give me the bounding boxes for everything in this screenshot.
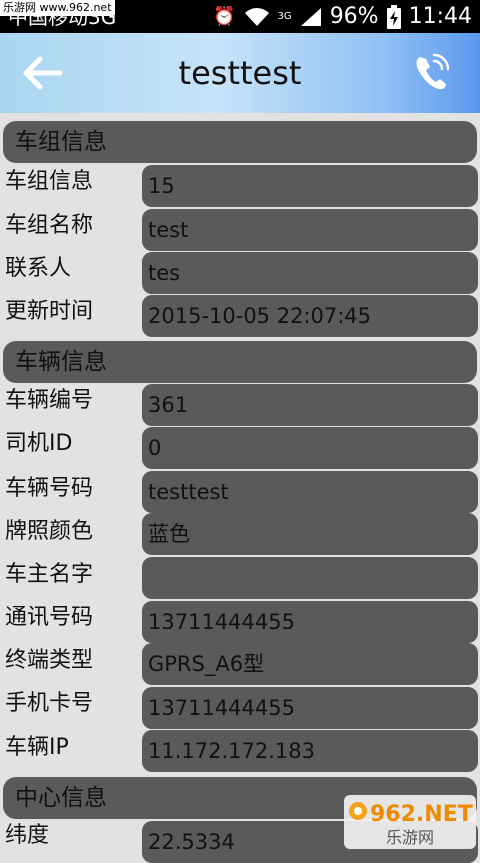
section-header-group-info: 车组信息 [3,121,477,163]
phone-icon [416,53,450,90]
battery-percent: 96% [329,4,379,29]
battery-charging-icon [386,4,401,29]
field-update-time: 2015-10-05 22:07:45 [142,295,478,337]
field-owner-name [142,557,478,599]
label-contact: 联系人 [5,256,72,281]
section-header-vehicle-info: 车辆信息 [3,341,477,383]
call-button[interactable] [412,51,452,95]
label-group-info: 车组信息 [5,169,94,194]
clock-time: 11:44 [408,4,472,29]
label-group-name: 车组名称 [5,213,94,238]
watermark-brand: 962.NET [370,802,473,827]
label-vehicle-id: 车辆编号 [5,388,94,413]
field-contact: tes [142,252,478,294]
field-vehicle-number: testtest [142,471,478,513]
field-plate-color: 蓝色 [142,513,478,555]
label-driver-id: 司机ID [5,431,73,456]
field-vehicle-ip: 11.172.172.183 [142,730,478,772]
label-update-time: 更新时间 [5,299,94,324]
signal-icon [300,7,321,26]
site-logo-watermark: 962.NET 乐游网 [344,795,476,849]
status-icons: ⏰ 3G 96% 11:44 [213,0,472,33]
label-comm-number: 通讯号码 [5,605,94,630]
label-terminal-type: 终端类型 [5,648,94,673]
title-bar: testtest [0,33,480,113]
label-vehicle-ip: 车辆IP [5,735,69,760]
label-plate-color: 牌照颜色 [5,519,94,544]
page-title: testtest [178,54,302,92]
label-latitude: 纬度 [5,823,50,848]
label-vehicle-number: 车辆号码 [5,476,94,501]
label-owner-name: 车主名字 [5,562,94,587]
status-bar: 中国移动3G ⏰ 3G 96% 11:44 乐游网 www.962.net [0,0,480,33]
network-type-label: 3G [277,10,292,22]
field-terminal-type: GPRS_A6型 [142,643,478,685]
site-watermark: 乐游网 www.962.net [0,0,115,16]
field-vehicle-id: 361 [142,384,478,426]
label-sim-number: 手机卡号 [5,691,94,716]
field-group-info: 15 [142,165,478,207]
field-group-name: test [142,209,478,251]
alarm-icon: ⏰ [213,6,236,27]
watermark-name: 乐游网 [386,828,434,847]
field-comm-number: 13711444455 [142,601,478,643]
field-driver-id: 0 [142,427,478,469]
wifi-icon [244,7,269,26]
field-sim-number: 13711444455 [142,687,478,729]
